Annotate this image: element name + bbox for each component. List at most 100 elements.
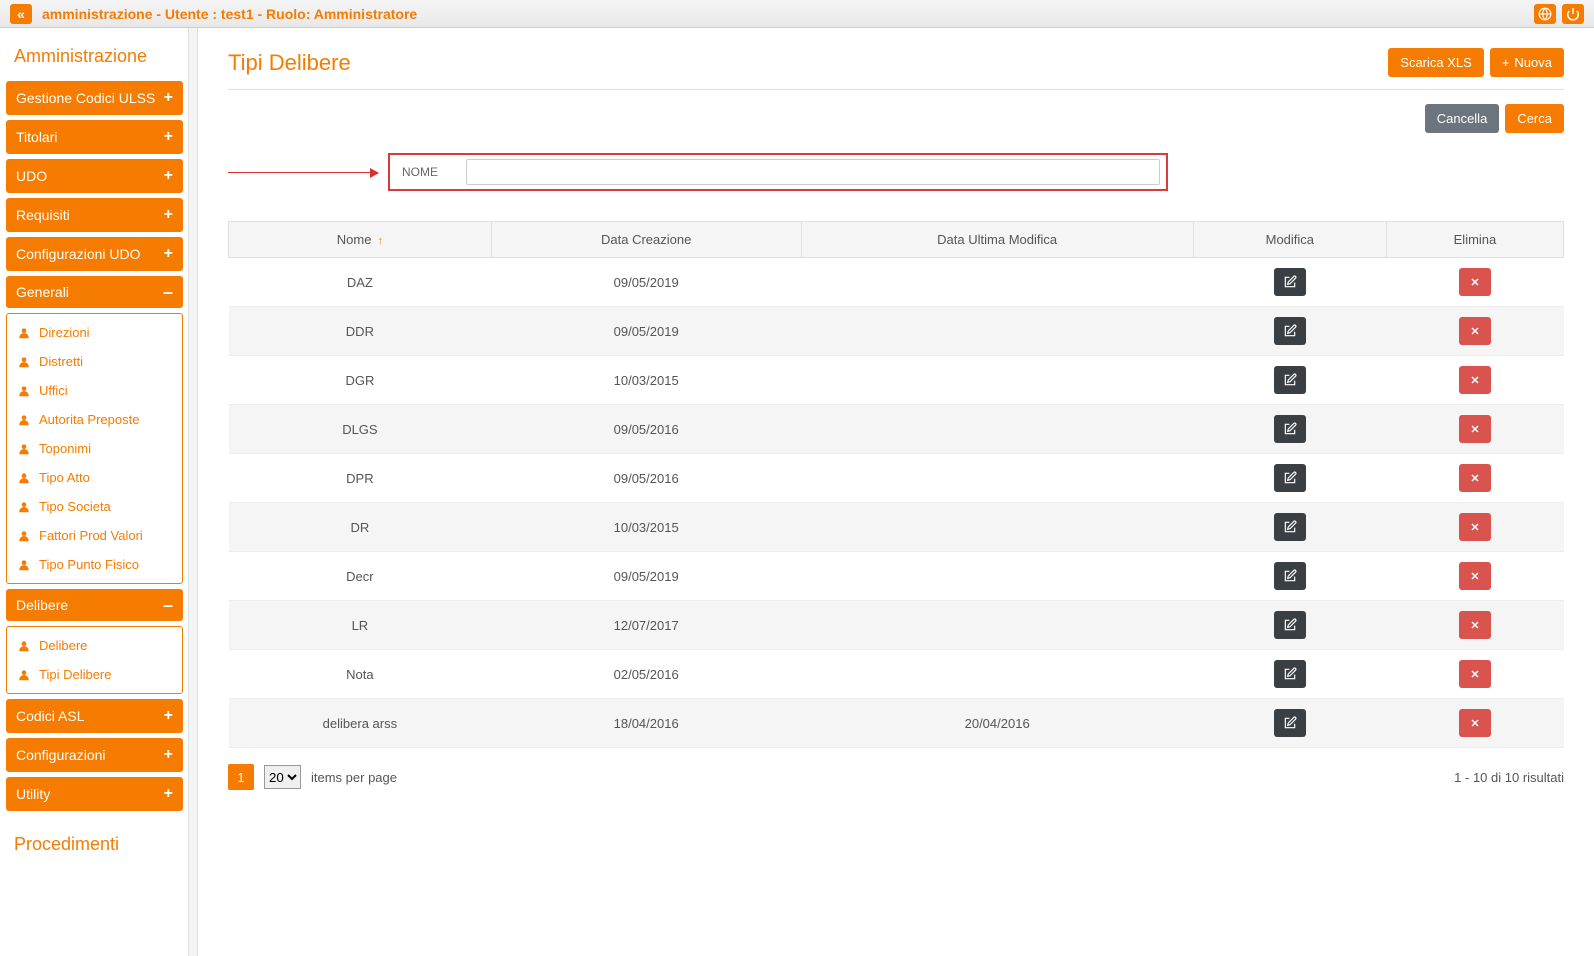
edit-button[interactable] xyxy=(1274,268,1306,296)
table-row: DR 10/03/2015 xyxy=(229,503,1564,552)
cell-nome: Decr xyxy=(229,552,492,601)
sort-asc-icon: ↑ xyxy=(377,235,383,247)
delete-button[interactable] xyxy=(1459,464,1491,492)
cell-modified xyxy=(801,356,1193,405)
cell-modified xyxy=(801,405,1193,454)
sidebar-item-requisiti[interactable]: Requisiti+ xyxy=(6,198,183,232)
per-page-select[interactable]: 20 xyxy=(264,765,301,789)
user-icon xyxy=(17,326,31,340)
cell-modified xyxy=(801,454,1193,503)
cell-nome: DR xyxy=(229,503,492,552)
submenu-item-distretti[interactable]: Distretti xyxy=(7,347,182,376)
cell-modified xyxy=(801,650,1193,699)
delete-button[interactable] xyxy=(1459,562,1491,590)
topbar: « amministrazione - Utente : test1 - Ruo… xyxy=(0,0,1594,28)
new-button[interactable]: +Nuova xyxy=(1490,48,1564,77)
delete-button[interactable] xyxy=(1459,611,1491,639)
sidebar-item-configurazioni[interactable]: Configurazioni+ xyxy=(6,738,183,772)
globe-icon[interactable] xyxy=(1534,4,1556,24)
user-icon xyxy=(17,384,31,398)
cell-nome: DLGS xyxy=(229,405,492,454)
plus-icon: + xyxy=(164,167,173,185)
submenu-item-direzioni[interactable]: Direzioni xyxy=(7,318,182,347)
cell-modified xyxy=(801,307,1193,356)
table-row: DDR 09/05/2019 xyxy=(229,307,1564,356)
submenu-item-tipi-delibere[interactable]: Tipi Delibere xyxy=(7,660,182,689)
cell-nome: LR xyxy=(229,601,492,650)
submenu-item-tipo-societa[interactable]: Tipo Societa xyxy=(7,492,182,521)
cancel-button[interactable]: Cancella xyxy=(1425,104,1500,133)
cell-nome: delibera arss xyxy=(229,699,492,748)
sidebar-item-utility[interactable]: Utility+ xyxy=(6,777,183,811)
search-box: NOME xyxy=(388,153,1168,191)
edit-button[interactable] xyxy=(1274,415,1306,443)
user-icon xyxy=(17,442,31,456)
edit-button[interactable] xyxy=(1274,464,1306,492)
delete-button[interactable] xyxy=(1459,709,1491,737)
table-row: LR 12/07/2017 xyxy=(229,601,1564,650)
sidebar-item-udo[interactable]: UDO+ xyxy=(6,159,183,193)
results-count: 1 - 10 di 10 risultati xyxy=(1454,770,1564,785)
cell-nome: DAZ xyxy=(229,258,492,307)
table-row: DAZ 09/05/2019 xyxy=(229,258,1564,307)
cell-nome: DGR xyxy=(229,356,492,405)
per-page-label: items per page xyxy=(311,770,397,785)
col-modifica-data[interactable]: Data Ultima Modifica xyxy=(801,222,1193,258)
delete-button[interactable] xyxy=(1459,415,1491,443)
edit-button[interactable] xyxy=(1274,366,1306,394)
table-row: DGR 10/03/2015 xyxy=(229,356,1564,405)
sidebar-title-2: Procedimenti xyxy=(6,816,183,869)
cell-nome: Nota xyxy=(229,650,492,699)
cell-created: 09/05/2019 xyxy=(491,307,801,356)
edit-button[interactable] xyxy=(1274,660,1306,688)
submenu-item-uffici[interactable]: Uffici xyxy=(7,376,182,405)
arrow-annotation xyxy=(228,172,378,173)
delete-button[interactable] xyxy=(1459,660,1491,688)
page-number[interactable]: 1 xyxy=(228,764,254,790)
sidebar-toggle-button[interactable]: « xyxy=(10,4,32,24)
search-input[interactable] xyxy=(466,159,1160,185)
delete-button[interactable] xyxy=(1459,513,1491,541)
col-elimina: Elimina xyxy=(1386,222,1563,258)
sidebar-item-codici-asl[interactable]: Codici ASL+ xyxy=(6,699,183,733)
edit-button[interactable] xyxy=(1274,709,1306,737)
divider xyxy=(228,89,1564,90)
sidebar-item-titolari[interactable]: Titolari+ xyxy=(6,120,183,154)
user-icon xyxy=(17,639,31,653)
col-creazione[interactable]: Data Creazione xyxy=(491,222,801,258)
edit-button[interactable] xyxy=(1274,513,1306,541)
delete-button[interactable] xyxy=(1459,317,1491,345)
cell-created: 09/05/2019 xyxy=(491,552,801,601)
cell-modified xyxy=(801,503,1193,552)
download-xls-button[interactable]: Scarica XLS xyxy=(1388,48,1484,77)
delete-button[interactable] xyxy=(1459,366,1491,394)
cell-modified xyxy=(801,552,1193,601)
cell-nome: DPR xyxy=(229,454,492,503)
power-icon[interactable] xyxy=(1562,4,1584,24)
submenu-item-tipo-punto[interactable]: Tipo Punto Fisico xyxy=(7,550,182,579)
edit-button[interactable] xyxy=(1274,317,1306,345)
submenu-item-autorita[interactable]: Autorita Preposte xyxy=(7,405,182,434)
edit-button[interactable] xyxy=(1274,562,1306,590)
submenu-item-tipo-atto[interactable]: Tipo Atto xyxy=(7,463,182,492)
plus-icon: + xyxy=(164,206,173,224)
submenu-item-toponimi[interactable]: Toponimi xyxy=(7,434,182,463)
cell-created: 10/03/2015 xyxy=(491,503,801,552)
plus-icon: + xyxy=(164,785,173,803)
sidebar-item-generali[interactable]: Generali– xyxy=(6,276,183,308)
sidebar-item-config-udo[interactable]: Configurazioni UDO+ xyxy=(6,237,183,271)
minus-icon: – xyxy=(163,287,173,297)
sidebar: Amministrazione Gestione Codici ULSS+ Ti… xyxy=(0,28,198,956)
sidebar-item-gestione-codici[interactable]: Gestione Codici ULSS+ xyxy=(6,81,183,115)
col-nome[interactable]: Nome↑ xyxy=(229,222,492,258)
data-table: Nome↑ Data Creazione Data Ultima Modific… xyxy=(228,221,1564,748)
edit-button[interactable] xyxy=(1274,611,1306,639)
submenu-item-fattori[interactable]: Fattori Prod Valori xyxy=(7,521,182,550)
delete-button[interactable] xyxy=(1459,268,1491,296)
submenu-item-delibere[interactable]: Delibere xyxy=(7,631,182,660)
search-button[interactable]: Cerca xyxy=(1505,104,1564,133)
table-row: delibera arss 18/04/2016 20/04/2016 xyxy=(229,699,1564,748)
cell-created: 02/05/2016 xyxy=(491,650,801,699)
sidebar-item-delibere[interactable]: Delibere– xyxy=(6,589,183,621)
submenu-delibere: Delibere Tipi Delibere xyxy=(6,626,183,694)
